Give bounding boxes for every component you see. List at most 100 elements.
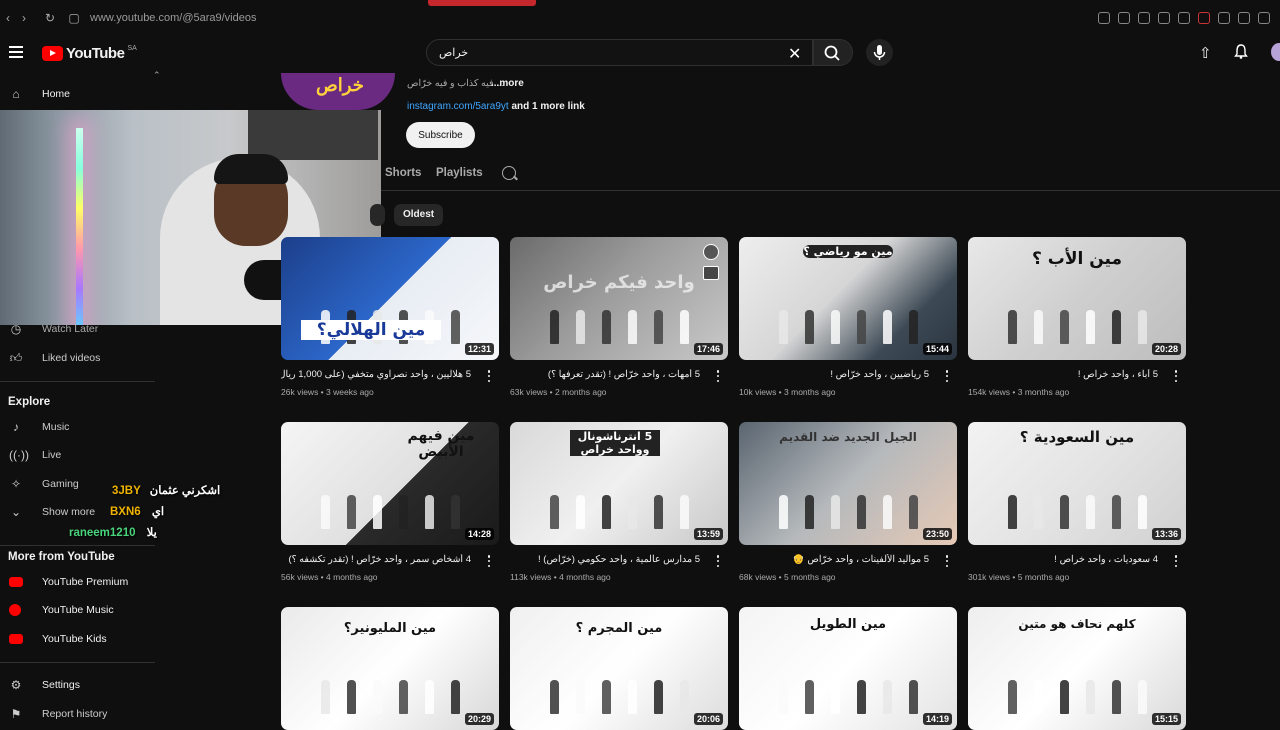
- sidebar-item-home[interactable]: ⌂ Home: [0, 82, 160, 106]
- channel-avatar[interactable]: خراص: [281, 73, 395, 110]
- person-figure: [628, 495, 637, 529]
- video-thumbnail[interactable]: مين المليونير؟ 20:29: [281, 607, 499, 730]
- person-figure: [831, 310, 840, 344]
- person-figure: [602, 495, 611, 529]
- chip-popular[interactable]: [370, 204, 385, 226]
- video-thumbnail[interactable]: مين المجرم ؟ 20:06: [510, 607, 728, 730]
- sidebar-item-label: Live: [42, 449, 62, 461]
- upload-icon[interactable]: ⇧: [1199, 44, 1212, 62]
- tab-shorts[interactable]: Shorts: [385, 167, 421, 179]
- video-thumbnail[interactable]: 5 انترناشونال وواحد خراص 13:59: [510, 422, 728, 545]
- back-icon[interactable]: ‹: [0, 11, 16, 25]
- browser-toolbar: ‹ › ↻ ▢ www.youtube.com/@5ara9/videos: [0, 0, 1280, 36]
- extension-icon[interactable]: [1218, 12, 1230, 24]
- person-figure: [399, 680, 408, 714]
- forward-icon[interactable]: ›: [16, 11, 32, 25]
- search-input[interactable]: [439, 46, 779, 59]
- channel-search-icon[interactable]: [502, 166, 516, 180]
- person-figure: [680, 680, 689, 714]
- person-figure: [909, 310, 918, 344]
- video-title[interactable]: 4 سعوديات ، واحد خراص !: [968, 554, 1158, 565]
- chip-oldest[interactable]: Oldest: [394, 204, 444, 226]
- video-thumbnail[interactable]: الجيل الجديد ضد القديم 23:50: [739, 422, 957, 545]
- extension-icon[interactable]: [1198, 12, 1210, 24]
- more-actions-icon[interactable]: [1174, 555, 1178, 567]
- sidebar-item-settings[interactable]: ⚙ Settings: [0, 673, 160, 697]
- extension-icon[interactable]: [1118, 12, 1130, 24]
- collapse-chevron-icon[interactable]: ⌃: [153, 70, 161, 81]
- music-note-icon: ♪: [13, 420, 19, 434]
- person-figure: [883, 310, 892, 344]
- video-title[interactable]: 5 أمهات ، واحد خرّاص ! (تقدر تعرفها ؟): [510, 369, 700, 380]
- person-figure: [550, 495, 559, 529]
- notifications-bell-icon[interactable]: [1234, 44, 1248, 62]
- person-figure: [909, 495, 918, 529]
- more-actions-icon[interactable]: [487, 555, 491, 567]
- video-thumbnail[interactable]: كلهم نحاف هو متين 15:15: [968, 607, 1186, 730]
- video-title[interactable]: 5 آباء ، واحد خراص !: [968, 369, 1158, 380]
- extension-icon[interactable]: [1238, 12, 1250, 24]
- channel-link[interactable]: instagram.com/5ara9yt: [407, 101, 509, 112]
- account-avatar[interactable]: [1271, 43, 1280, 61]
- add-to-queue-icon[interactable]: [703, 266, 719, 280]
- sidebar-item-label: Show more: [42, 506, 96, 518]
- tab-playlists[interactable]: Playlists: [436, 167, 483, 179]
- subscribe-button[interactable]: Subscribe: [406, 122, 475, 148]
- more-actions-icon[interactable]: [1174, 370, 1178, 382]
- video-title[interactable]: 5 هلاليين ، واحد نصراوي متخفي (على 1,000…: [281, 369, 471, 380]
- video-duration: 13:59: [693, 528, 723, 540]
- watch-later-icon[interactable]: [703, 244, 719, 260]
- search-button[interactable]: [813, 39, 853, 66]
- more-actions-icon[interactable]: [716, 370, 720, 382]
- person-figure: [576, 495, 585, 529]
- video-thumbnail[interactable]: مين الطويل 14:19: [739, 607, 957, 730]
- extension-icon[interactable]: [1258, 12, 1270, 24]
- reload-icon[interactable]: ↻: [42, 11, 58, 25]
- more-actions-icon[interactable]: [945, 555, 949, 567]
- person-figure: [451, 310, 460, 344]
- sidebar-item-music[interactable]: ♪ Music: [0, 415, 160, 439]
- video-thumbnail[interactable]: مين الهلالي؟ 12:31: [281, 237, 499, 360]
- channel-description-more-link[interactable]: ...more: [491, 78, 524, 89]
- video-title[interactable]: 5 رياضيين ، واحد خرّاص !: [739, 369, 929, 380]
- extension-icon[interactable]: [1138, 12, 1150, 24]
- streamer-headphones: [214, 154, 288, 184]
- video-thumbnail[interactable]: مين الأب ؟ 20:28: [968, 237, 1186, 360]
- video-thumbnail[interactable]: مين مو رياضي ؟ 15:44: [739, 237, 957, 360]
- more-links[interactable]: and 1 more link: [512, 101, 585, 112]
- person-figure: [550, 680, 559, 714]
- more-actions-icon[interactable]: [945, 370, 949, 382]
- divider: [0, 662, 155, 663]
- voice-search-button[interactable]: [866, 39, 893, 66]
- extension-icon[interactable]: [1178, 12, 1190, 24]
- more-actions-icon[interactable]: [487, 370, 491, 382]
- sidebar-item-live[interactable]: ((·)) Live: [0, 443, 160, 467]
- sidebar-item-liked-videos[interactable]: 👍︎ Liked videos: [0, 346, 160, 370]
- menu-icon[interactable]: [9, 46, 23, 58]
- video-title[interactable]: 5 مواليد الألفينات ، واحد خرّاص 👴: [739, 554, 929, 565]
- video-duration: 20:29: [464, 713, 494, 725]
- site-info-icon[interactable]: ▢: [66, 11, 82, 25]
- search-box[interactable]: [426, 39, 813, 66]
- youtube-kids-icon: [9, 634, 23, 644]
- address-bar[interactable]: www.youtube.com/@5ara9/videos: [90, 12, 256, 24]
- video-title[interactable]: 5 مدارس عالمية ، واحد حكومي (خرّاص) !: [510, 554, 700, 565]
- chat-username: 3JBY: [112, 485, 141, 497]
- video-meta: 63k views • 2 months ago: [510, 387, 607, 397]
- clear-search-icon[interactable]: ✕: [788, 44, 801, 64]
- channel-links[interactable]: instagram.com/5ara9yt and 1 more link: [407, 101, 585, 112]
- extension-icon[interactable]: [1098, 12, 1110, 24]
- youtube-logo[interactable]: YouTube SA: [42, 45, 137, 62]
- active-browser-tab[interactable]: [428, 0, 536, 6]
- chat-username: BXN6: [110, 506, 141, 518]
- video-title[interactable]: 4 أشخاص سمر ، واحد خرّاص ! (تقدر تكشفه ؟…: [281, 554, 471, 565]
- video-thumbnail[interactable]: مين فيهم الأبيض 14:28: [281, 422, 499, 545]
- video-thumbnail[interactable]: واحد فيكم خراص 17:46: [510, 237, 728, 360]
- more-actions-icon[interactable]: [716, 555, 720, 567]
- sidebar-item-youtube-music[interactable]: YouTube Music: [0, 598, 160, 622]
- sidebar-item-report-history[interactable]: ⚑ Report history: [0, 702, 160, 726]
- video-thumbnail[interactable]: مين السعودية ؟ 13:36: [968, 422, 1186, 545]
- sidebar-item-youtube-premium[interactable]: YouTube Premium: [0, 570, 160, 594]
- extension-icon[interactable]: [1158, 12, 1170, 24]
- sidebar-item-youtube-kids[interactable]: YouTube Kids: [0, 627, 160, 651]
